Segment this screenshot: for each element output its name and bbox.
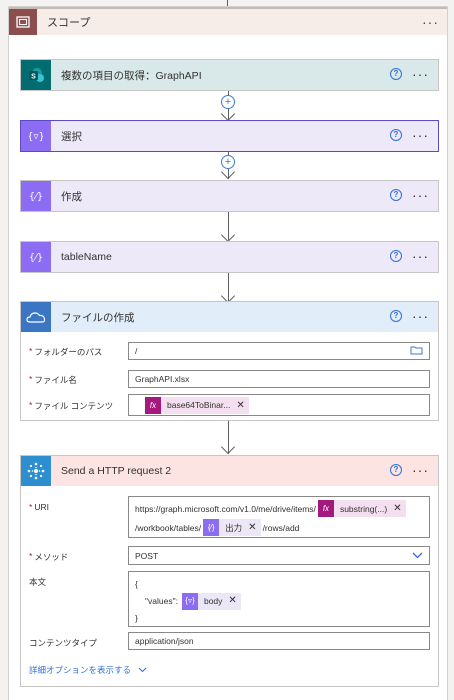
- data-operation-icon: {▿}: [21, 121, 51, 151]
- uri-label: * URI: [29, 502, 49, 512]
- data-operation-icon: {▿}: [181, 592, 198, 610]
- uri-text: https://graph.microsoft.com/v1.0/me/driv…: [135, 503, 316, 514]
- more-options-button[interactable]: ···: [412, 127, 429, 143]
- content-type-label: コンテンツタイプ: [29, 638, 98, 648]
- help-icon[interactable]: ?: [390, 464, 402, 476]
- action-header[interactable]: ファイルの作成 ? ···: [21, 302, 438, 332]
- arrow-down-icon: [220, 227, 236, 243]
- action-title: 作成: [61, 190, 82, 203]
- remove-token-icon[interactable]: ✕: [248, 519, 256, 537]
- action-title: tableName: [61, 251, 112, 263]
- method-label: * メソッド: [29, 551, 69, 562]
- folder-path-label: * フォルダーのパス: [29, 346, 103, 357]
- http-connector-icon: [21, 456, 51, 486]
- sharepoint-icon: S: [21, 60, 51, 90]
- svg-text:S: S: [31, 74, 36, 81]
- action-header[interactable]: {▿} 選択 ? ···: [21, 121, 438, 151]
- help-icon[interactable]: ?: [390, 250, 402, 262]
- more-options-button[interactable]: ···: [412, 187, 429, 203]
- uri-input[interactable]: https://graph.microsoft.com/v1.0/me/driv…: [128, 496, 430, 538]
- svg-text:{⁄}: {⁄}: [29, 253, 43, 264]
- remove-token-icon[interactable]: ✕: [228, 593, 236, 609]
- help-icon[interactable]: ?: [390, 189, 402, 201]
- svg-text:{▿}: {▿}: [29, 132, 43, 143]
- more-options-button[interactable]: ···: [412, 308, 429, 324]
- action-card-create-file[interactable]: ファイルの作成 ? ··· * フォルダーのパス / * ファイル名 GraphAP…: [20, 301, 439, 421]
- file-content-input[interactable]: fx base64ToBinar... ✕: [128, 394, 430, 416]
- remove-token-icon[interactable]: ✕: [393, 500, 401, 518]
- help-icon[interactable]: ?: [390, 310, 402, 322]
- action-title: 選択: [61, 130, 82, 143]
- uri-text: /workbook/tables/: [135, 522, 202, 533]
- action-title: ファイルの作成: [61, 311, 135, 324]
- method-select[interactable]: POST: [128, 546, 430, 565]
- action-card-tablename[interactable]: {⁄} tableName ? ···: [20, 241, 439, 273]
- scope-header[interactable]: スコープ ···: [9, 7, 447, 35]
- folder-picker-icon[interactable]: [410, 345, 423, 357]
- scope-title: スコープ: [47, 17, 91, 29]
- filename-input[interactable]: GraphAPI.xlsx: [128, 370, 430, 388]
- variable-token[interactable]: {⁄} 出力 ✕: [203, 519, 261, 537]
- show-advanced-options-link[interactable]: 詳細オプションを表示する: [29, 664, 147, 676]
- action-header[interactable]: Send a HTTP request 2 ? ···: [21, 456, 438, 486]
- scope-more-button[interactable]: ···: [422, 14, 439, 30]
- compose-icon: {⁄}: [203, 519, 220, 536]
- content-type-input[interactable]: application/json: [128, 632, 430, 650]
- function-icon: fx: [317, 500, 334, 517]
- scope-container: スコープ ··· S 複数の項目の取得：GraphAPI ? ··· + {▿}…: [8, 6, 448, 700]
- expression-token[interactable]: fx base64ToBinar... ✕: [145, 396, 249, 414]
- filename-label: * ファイル名: [29, 374, 77, 385]
- help-icon[interactable]: ?: [390, 68, 402, 80]
- body-label: 本文: [29, 577, 47, 587]
- action-card-select[interactable]: {▿} 選択 ? ···: [20, 120, 439, 152]
- uri-text: /rows/add: [262, 522, 300, 533]
- chevron-down-icon[interactable]: [412, 551, 423, 561]
- action-card-compose[interactable]: {⁄} 作成 ? ···: [20, 180, 439, 212]
- more-options-button[interactable]: ···: [412, 462, 429, 478]
- file-content-label: * ファイル コンテンツ: [29, 400, 114, 411]
- help-icon[interactable]: ?: [390, 129, 402, 141]
- onedrive-icon: [21, 302, 51, 332]
- action-header[interactable]: {⁄} tableName ? ···: [21, 242, 438, 272]
- svg-text:{⁄}: {⁄}: [29, 192, 43, 203]
- arrow-down-icon: [220, 439, 236, 455]
- action-title: Send a HTTP request 2: [61, 465, 172, 477]
- expression-token[interactable]: fx substring(...) ✕: [317, 500, 406, 518]
- scope-icon: [9, 9, 37, 35]
- more-options-button[interactable]: ···: [412, 248, 429, 264]
- action-header[interactable]: S 複数の項目の取得：GraphAPI ? ···: [21, 60, 438, 90]
- more-options-button[interactable]: ···: [412, 66, 429, 82]
- compose-icon: {⁄}: [21, 181, 51, 211]
- compose-icon: {⁄}: [21, 242, 51, 272]
- body-input[interactable]: { "values": {▿} body ✕ }: [128, 571, 430, 627]
- variable-token[interactable]: {▿} body ✕: [181, 592, 241, 610]
- action-title: 複数の項目の取得：GraphAPI: [61, 69, 202, 82]
- action-header[interactable]: {⁄} 作成 ? ···: [21, 181, 438, 211]
- folder-path-input[interactable]: /: [128, 342, 430, 360]
- action-card-get-items[interactable]: S 複数の項目の取得：GraphAPI ? ···: [20, 59, 439, 91]
- chevron-down-icon: [139, 667, 147, 673]
- function-icon: fx: [145, 396, 161, 414]
- arrow-down-icon: [220, 106, 236, 122]
- action-card-http-request[interactable]: Send a HTTP request 2 ? ··· * URI https:/…: [20, 455, 439, 687]
- remove-token-icon[interactable]: ✕: [236, 400, 244, 411]
